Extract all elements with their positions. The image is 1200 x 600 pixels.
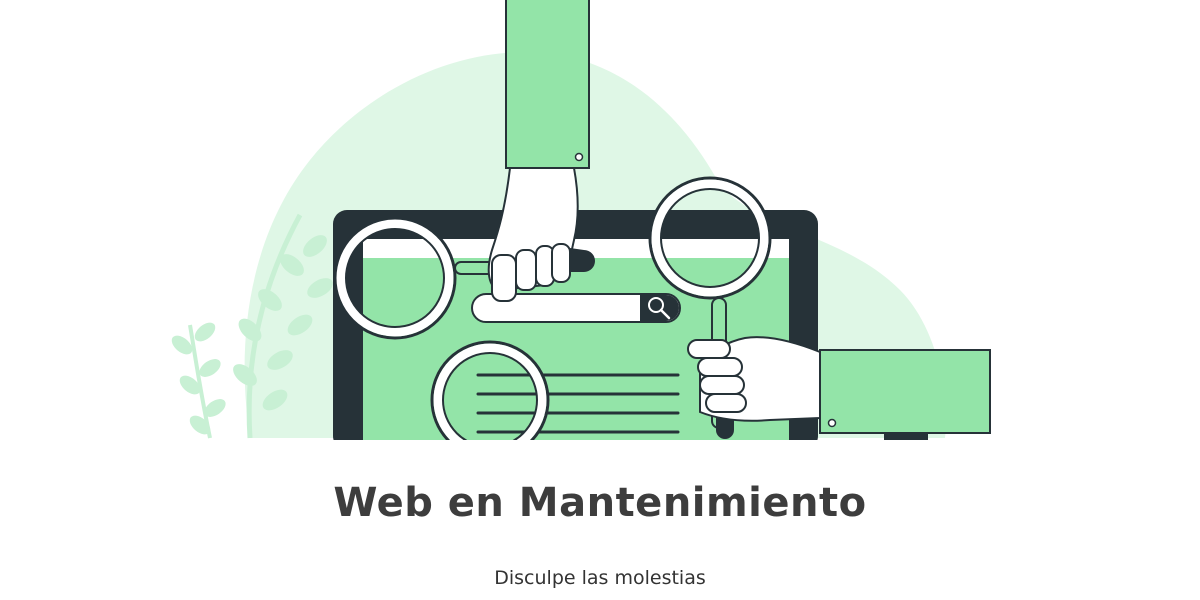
maintenance-illustration — [171, 0, 991, 440]
maintenance-page: Web en Mantenimiento Disculpe las molest… — [0, 0, 1200, 600]
page-subtitle: Disculpe las molestias — [494, 567, 706, 589]
page-title: Web en Mantenimiento — [333, 480, 867, 526]
